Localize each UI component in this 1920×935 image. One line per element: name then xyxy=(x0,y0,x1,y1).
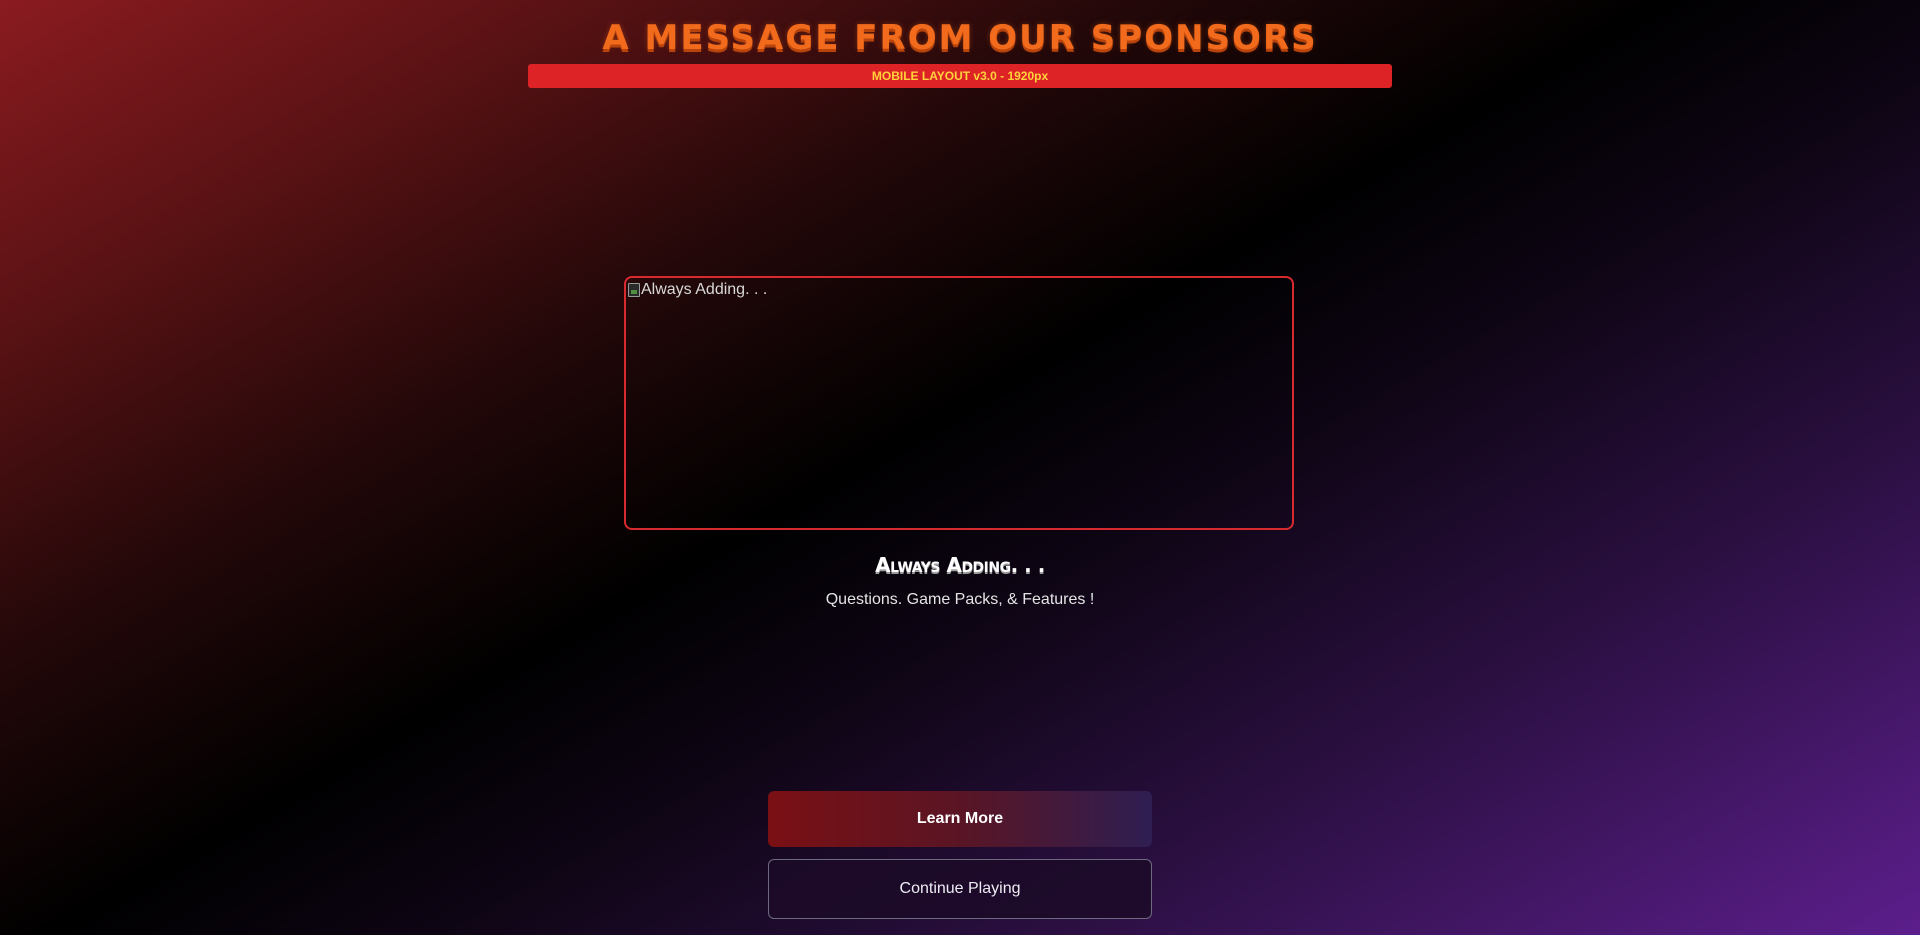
ad-image-alt-text: Always Adding. . . xyxy=(641,281,768,298)
layout-version-banner: MOBILE LAYOUT v3.0 - 1920px xyxy=(528,64,1392,88)
ad-headline: Always Adding. . . xyxy=(875,553,1045,577)
continue-playing-button[interactable]: Continue Playing xyxy=(768,859,1152,919)
learn-more-button[interactable]: Learn More xyxy=(768,791,1152,847)
ad-image[interactable]: Always Adding. . . xyxy=(628,280,767,300)
ad-image-frame[interactable]: Always Adding. . . xyxy=(624,276,1294,530)
broken-image-icon xyxy=(628,283,640,297)
ad-subtext: Questions. Game Packs, & Features ! xyxy=(825,591,1095,608)
sponsor-title: A MESSAGE FROM OUR SPONSORS xyxy=(602,18,1318,58)
